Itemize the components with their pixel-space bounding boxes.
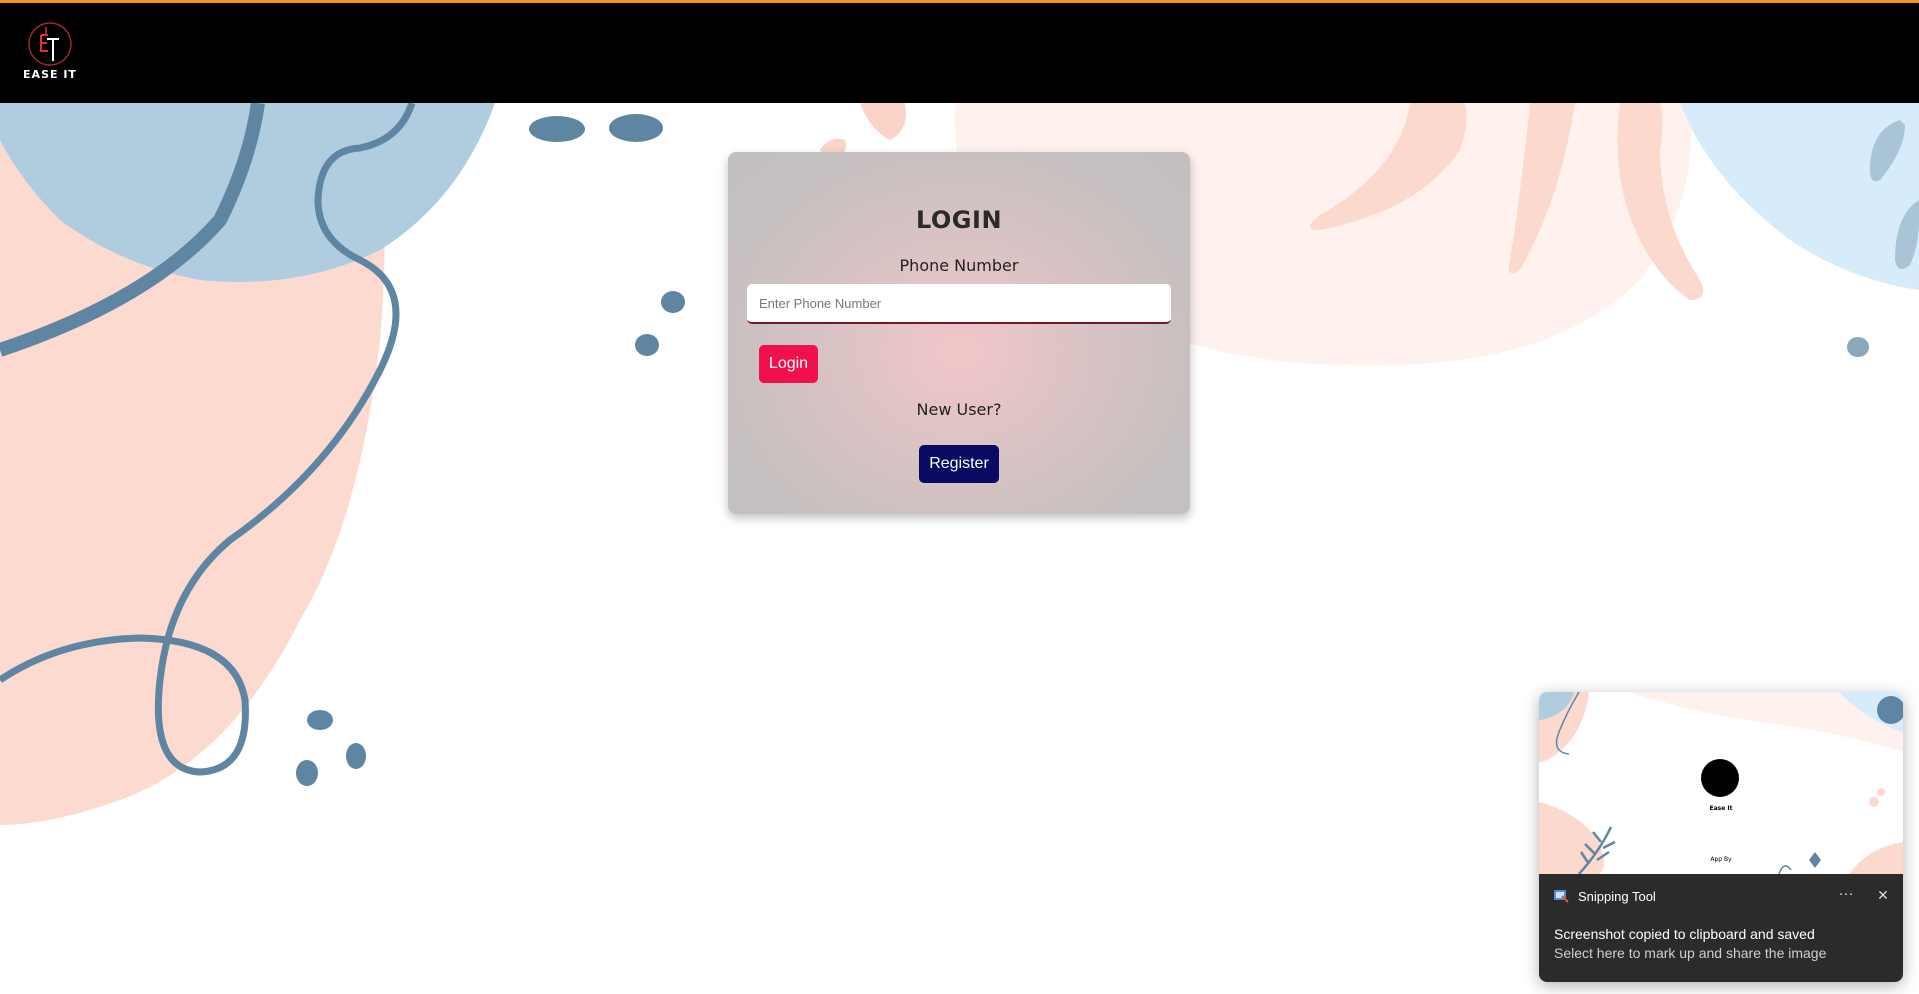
login-card: LOGIN Phone Number Login New User? Regis…	[728, 152, 1190, 514]
snipping-tool-notification[interactable]: Ease It App By Snipping Tool ··· ✕ Scree…	[1539, 692, 1903, 982]
notification-subtitle: Select here to mark up and share the ima…	[1554, 945, 1827, 961]
brand-name: EASE IT	[23, 68, 77, 81]
login-title: LOGIN	[915, 206, 1003, 234]
login-button[interactable]: Login	[759, 345, 818, 383]
notification-app-name: Snipping Tool	[1578, 889, 1656, 904]
register-button[interactable]: Register	[919, 445, 999, 483]
more-options-icon[interactable]: ···	[1832, 882, 1860, 908]
screenshot-preview[interactable]: Ease It App By	[1539, 692, 1903, 874]
page: EASE IT LOGIN Phone Number Enter Phone N…	[0, 0, 1919, 994]
top-header: EASE IT	[0, 0, 1919, 103]
phone-number-input[interactable]	[747, 284, 1171, 324]
ease-it-logo-icon	[28, 22, 72, 66]
preview-logo-icon	[1701, 759, 1739, 797]
notification-title: Screenshot copied to clipboard and saved	[1554, 926, 1815, 942]
new-user-text: New User?	[916, 400, 1002, 419]
phone-number-label: Phone Number	[899, 256, 1019, 275]
preview-app-by-text: App By	[1710, 856, 1732, 863]
brand-logo[interactable]: EASE IT	[22, 21, 78, 81]
snipping-tool-icon	[1554, 890, 1569, 903]
close-icon[interactable]: ✕	[1870, 882, 1896, 908]
preview-brand-text: Ease It	[1709, 805, 1733, 812]
notification-body[interactable]: Snipping Tool ··· ✕ Screenshot copied to…	[1539, 874, 1903, 982]
